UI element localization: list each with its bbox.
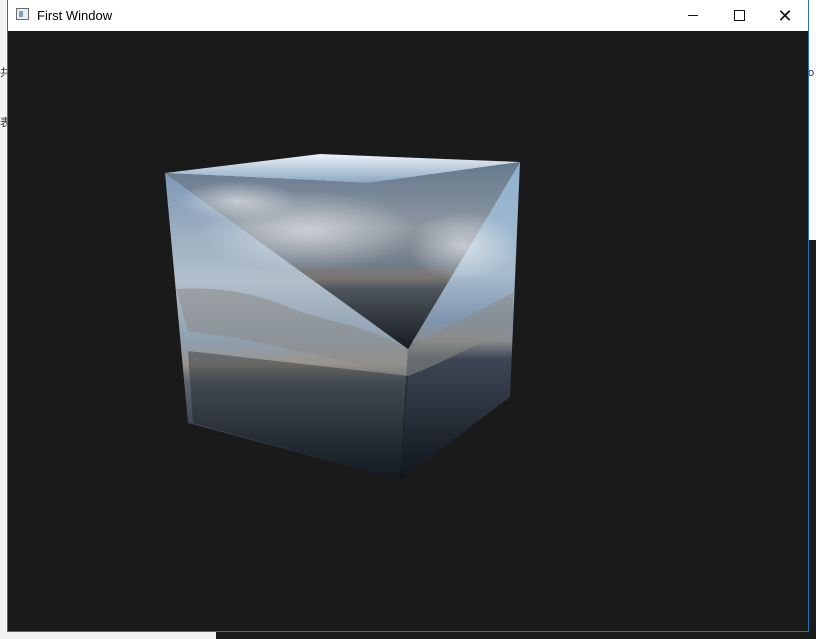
app-window: First Window ✕ <box>8 0 808 631</box>
title-bar[interactable]: First Window ✕ <box>8 0 808 31</box>
minimize-icon <box>688 15 698 16</box>
maximize-button[interactable] <box>716 0 762 31</box>
minimize-button[interactable] <box>670 0 716 31</box>
background-app-bottom <box>0 631 216 639</box>
background-app-right <box>808 30 816 240</box>
window-title: First Window <box>37 8 113 23</box>
cloud <box>178 181 298 221</box>
render-viewport[interactable] <box>8 31 808 631</box>
close-button[interactable]: ✕ <box>762 0 808 31</box>
maximize-icon <box>733 10 745 21</box>
background-terminal-bottom <box>216 631 816 639</box>
cloud <box>408 211 518 281</box>
background-glyph: o <box>808 67 815 79</box>
close-icon: ✕ <box>777 5 793 26</box>
window-app-icon[interactable] <box>16 8 29 20</box>
scene-canvas <box>165 154 520 480</box>
background-terminal <box>808 240 816 639</box>
